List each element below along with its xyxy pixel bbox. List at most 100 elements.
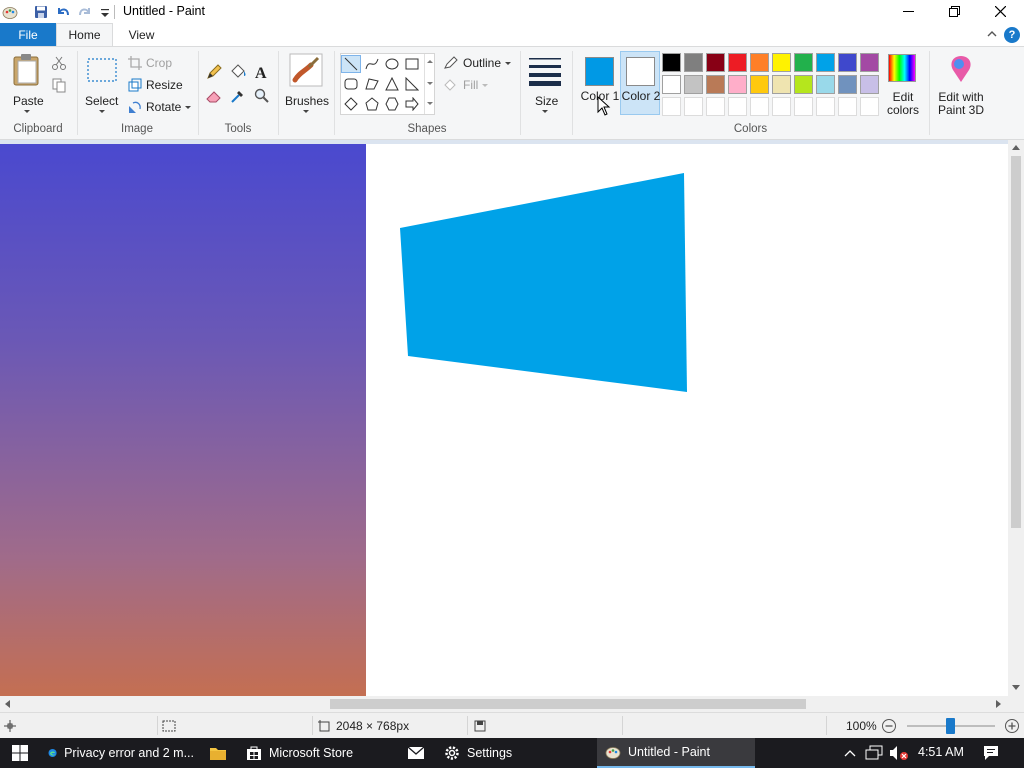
- shape-rectangle[interactable]: [402, 55, 422, 73]
- scroll-left-icon[interactable]: [5, 700, 10, 708]
- taskbar-item-store[interactable]: Microsoft Store: [240, 738, 390, 768]
- select-button[interactable]: Select: [83, 51, 121, 115]
- taskbar-item-mail[interactable]: [398, 738, 434, 768]
- palette-swatch[interactable]: [662, 53, 681, 72]
- copy-icon[interactable]: [51, 77, 67, 93]
- palette-swatch[interactable]: [838, 75, 857, 94]
- tab-file[interactable]: File: [0, 23, 56, 46]
- help-icon[interactable]: ?: [1004, 27, 1020, 43]
- shape-curve[interactable]: [362, 55, 382, 73]
- save-icon[interactable]: [33, 4, 49, 20]
- magnifier-icon[interactable]: [253, 87, 271, 105]
- palette-custom-slot[interactable]: [816, 97, 835, 116]
- shape-pentagon[interactable]: [362, 95, 382, 113]
- palette-custom-slot[interactable]: [860, 97, 879, 116]
- taskbar-item-paint[interactable]: Untitled - Paint: [597, 738, 755, 768]
- color2-button[interactable]: Color 2: [620, 51, 660, 115]
- palette-custom-slot[interactable]: [662, 97, 681, 116]
- brushes-button[interactable]: Brushes: [283, 51, 329, 115]
- volume-muted-icon[interactable]: [889, 745, 909, 761]
- palette-swatch[interactable]: [662, 75, 681, 94]
- notifications-icon[interactable]: [983, 745, 999, 761]
- palette-custom-slot[interactable]: [728, 97, 747, 116]
- palette-swatch[interactable]: [838, 53, 857, 72]
- paste-button[interactable]: Paste: [8, 51, 46, 115]
- palette-custom-slot[interactable]: [750, 97, 769, 116]
- palette-swatch[interactable]: [750, 53, 769, 72]
- minimize-ribbon-icon[interactable]: [986, 28, 998, 40]
- minimize-button[interactable]: [885, 0, 931, 23]
- eraser-icon[interactable]: [205, 87, 223, 105]
- pencil-icon[interactable]: [205, 63, 223, 81]
- drawing-canvas[interactable]: [0, 144, 1008, 696]
- palette-swatch[interactable]: [860, 75, 879, 94]
- fill-button[interactable]: Fill: [443, 78, 489, 92]
- palette-swatch[interactable]: [794, 75, 813, 94]
- shape-triangle[interactable]: [382, 75, 402, 93]
- customize-toolbar-icon[interactable]: [97, 4, 113, 20]
- taskbar-item-edge[interactable]: Privacy error and 2 m...: [42, 738, 194, 768]
- scroll-up-icon[interactable]: [1012, 145, 1020, 150]
- palette-swatch[interactable]: [772, 75, 791, 94]
- redo-icon[interactable]: [77, 4, 93, 20]
- horizontal-scrollbar[interactable]: [0, 696, 1008, 712]
- edit-colors-button[interactable]: Edit colors: [883, 51, 923, 117]
- palette-custom-slot[interactable]: [684, 97, 703, 116]
- palette-swatch[interactable]: [684, 75, 703, 94]
- shape-hexagon[interactable]: [382, 95, 402, 113]
- tab-view[interactable]: View: [114, 23, 169, 46]
- shape-rounded-rectangle[interactable]: [341, 75, 361, 93]
- palette-swatch[interactable]: [728, 53, 747, 72]
- palette-custom-slot[interactable]: [772, 97, 791, 116]
- palette-swatch[interactable]: [816, 53, 835, 72]
- paste-dropdown-arrow: [24, 110, 30, 113]
- shape-right-triangle[interactable]: [402, 75, 422, 93]
- crop-button[interactable]: Crop: [128, 56, 172, 70]
- palette-swatch[interactable]: [706, 75, 725, 94]
- scroll-down-icon[interactable]: [1012, 685, 1020, 690]
- palette-swatch[interactable]: [772, 53, 791, 72]
- network-icon[interactable]: [865, 745, 883, 761]
- palette-custom-slot[interactable]: [838, 97, 857, 116]
- text-tool-icon[interactable]: A: [253, 63, 271, 81]
- color-picker-icon[interactable]: [229, 87, 247, 105]
- palette-custom-slot[interactable]: [706, 97, 725, 116]
- palette-swatch[interactable]: [794, 53, 813, 72]
- palette-custom-slot[interactable]: [794, 97, 813, 116]
- palette-swatch[interactable]: [706, 53, 725, 72]
- palette-swatch[interactable]: [684, 53, 703, 72]
- rotate-button[interactable]: Rotate: [128, 100, 192, 114]
- restore-button[interactable]: [931, 0, 977, 23]
- cut-icon[interactable]: [51, 55, 67, 71]
- taskbar-clock[interactable]: 4:51 AM: [918, 745, 964, 759]
- edit-with-paint3d-button[interactable]: Edit with Paint 3D: [933, 51, 989, 117]
- palette-swatch[interactable]: [750, 75, 769, 94]
- scroll-right-icon[interactable]: [996, 700, 1001, 708]
- resize-button[interactable]: Resize: [128, 78, 183, 92]
- shape-oval[interactable]: [382, 55, 402, 73]
- shapes-scrollbar[interactable]: [424, 54, 435, 114]
- close-button[interactable]: [977, 0, 1023, 23]
- zoom-slider-thumb[interactable]: [946, 718, 955, 734]
- zoom-in-icon[interactable]: [1004, 718, 1020, 734]
- shape-polygon[interactable]: [362, 75, 382, 93]
- palette-swatch[interactable]: [728, 75, 747, 94]
- taskbar-item-settings[interactable]: Settings: [438, 738, 588, 768]
- size-button[interactable]: Size: [525, 51, 565, 115]
- horizontal-scroll-thumb[interactable]: [330, 699, 806, 709]
- chevron-up-icon[interactable]: [844, 748, 856, 758]
- shape-diamond[interactable]: [341, 95, 361, 113]
- vertical-scroll-thumb[interactable]: [1011, 156, 1021, 528]
- tab-home[interactable]: Home: [56, 23, 113, 46]
- vertical-scrollbar[interactable]: [1008, 140, 1024, 696]
- undo-icon[interactable]: [55, 4, 71, 20]
- palette-swatch[interactable]: [816, 75, 835, 94]
- shape-line[interactable]: [341, 55, 361, 73]
- palette-swatch[interactable]: [860, 53, 879, 72]
- outline-button[interactable]: Outline: [443, 56, 512, 70]
- taskbar-item-file-explorer[interactable]: [200, 738, 236, 768]
- start-button[interactable]: [0, 738, 40, 768]
- zoom-out-icon[interactable]: [881, 718, 897, 734]
- fill-bucket-icon[interactable]: [229, 63, 247, 81]
- shape-arrow[interactable]: [402, 95, 422, 113]
